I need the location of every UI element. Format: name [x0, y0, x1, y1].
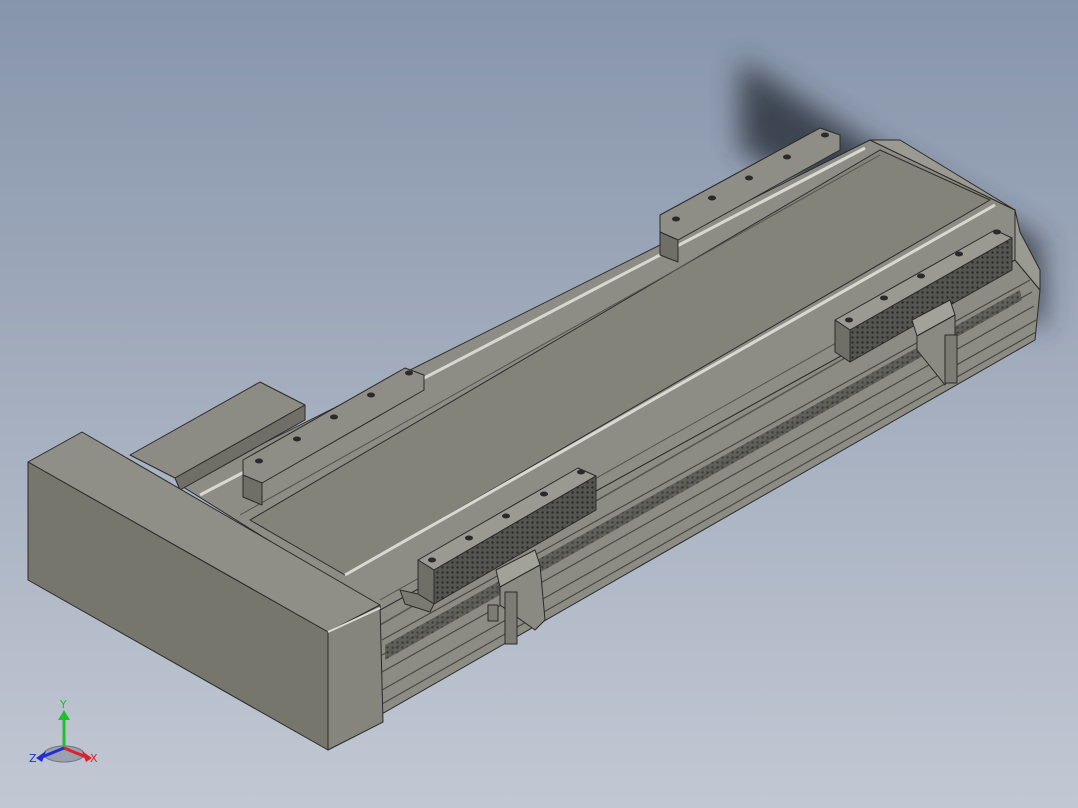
triad-label-z: Z — [29, 752, 37, 765]
triad-label-x: X — [90, 752, 98, 765]
triad-label-y: Y — [59, 698, 67, 711]
3d-viewport[interactable]: Y X Z — [0, 0, 1078, 808]
